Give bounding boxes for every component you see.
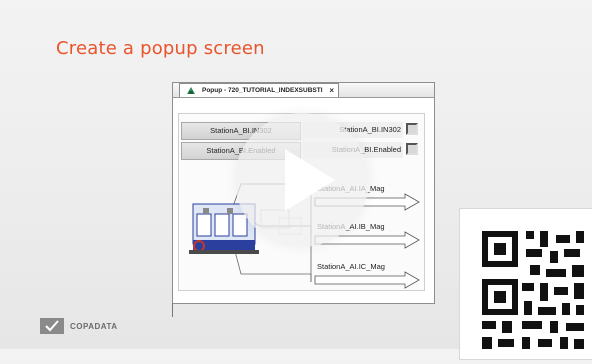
qr-code bbox=[459, 208, 592, 360]
arrow-label: StationA_AI.IC_Mag bbox=[317, 262, 385, 271]
play-button[interactable] bbox=[235, 113, 369, 247]
tab-bar: Popup - 720_TUTORIAL_INDEXSUBSTI × bbox=[173, 83, 434, 98]
logo-text: COPADATA bbox=[70, 322, 118, 331]
status-indicator[interactable] bbox=[406, 143, 418, 155]
logo-mark-icon bbox=[40, 318, 64, 334]
status-indicator[interactable] bbox=[406, 123, 418, 135]
tab-popup[interactable]: Popup - 720_TUTORIAL_INDEXSUBSTI × bbox=[179, 83, 339, 97]
screen-icon bbox=[187, 87, 195, 94]
arrow-ic bbox=[314, 271, 420, 289]
slide-title: Create a popup screen bbox=[56, 38, 265, 59]
play-icon bbox=[285, 149, 335, 211]
tab-title: Popup - 720_TUTORIAL_INDEXSUBSTI bbox=[202, 87, 323, 94]
close-icon[interactable]: × bbox=[329, 84, 334, 97]
qr-pattern bbox=[482, 231, 584, 349]
